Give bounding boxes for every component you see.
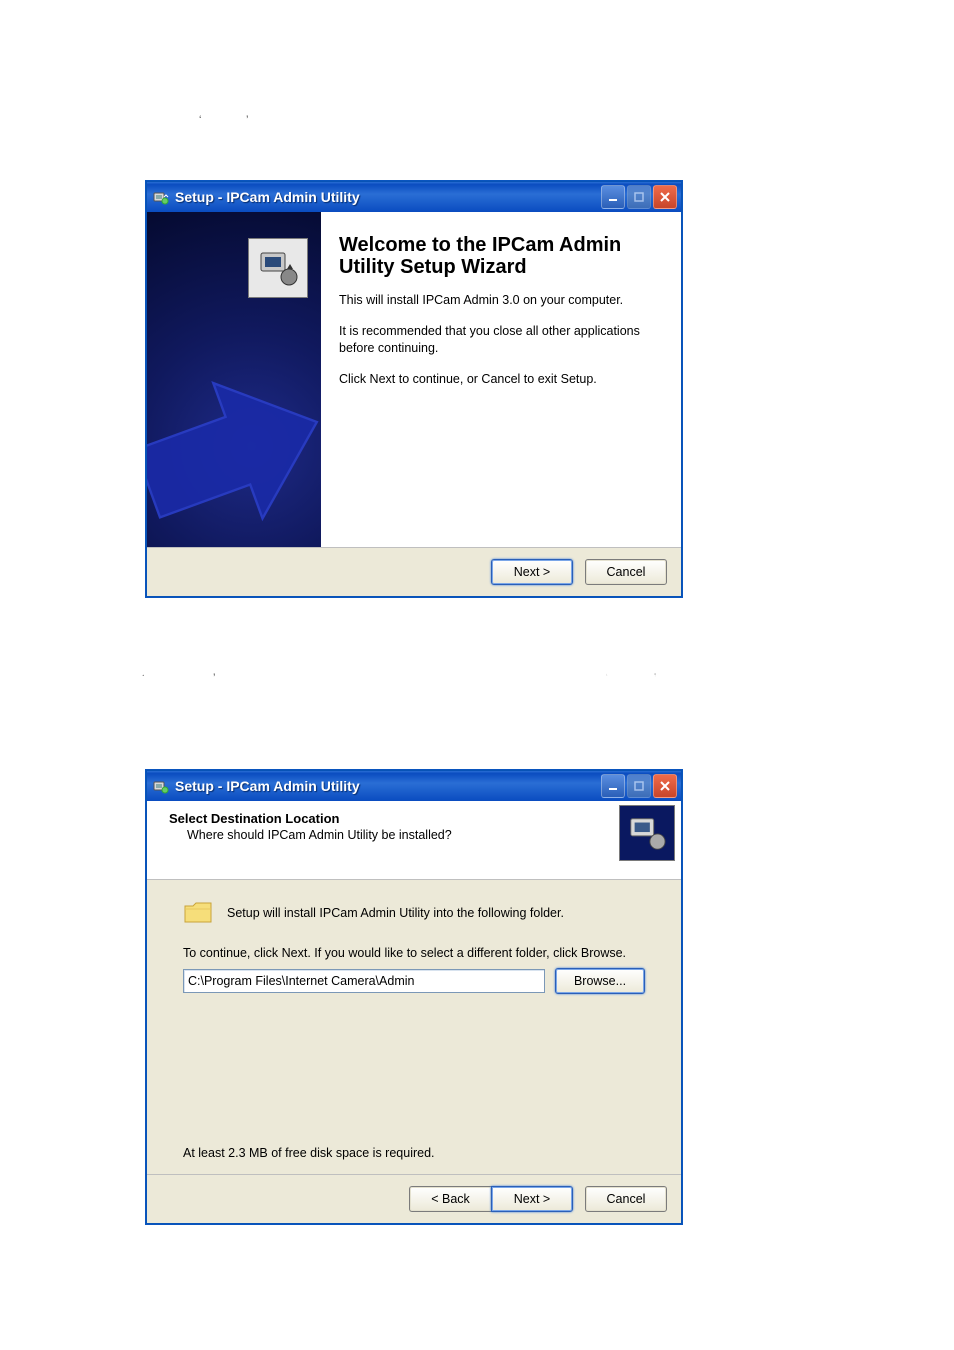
window-title: Setup - IPCam Admin Utility (175, 778, 601, 794)
wizard-welcome-pane: Welcome to the IPCam Admin Utility Setup… (321, 212, 681, 547)
disk-space-required: At least 2.3 MB of free disk space is re… (183, 1146, 435, 1160)
installer-title-icon (153, 778, 169, 794)
wizard-footer: < Back Next > Cancel (147, 1174, 681, 1223)
wizard-header: Select Destination Location Where should… (147, 801, 681, 880)
setup-wizard-welcome-window: Setup - IPCam Admin Utility (146, 181, 682, 597)
step2-caption: 2. You can specify the destination folde… (140, 664, 800, 698)
step1-caption: 1. Click 'Next' to start install adminis… (140, 104, 455, 121)
next-button[interactable]: Next > (491, 1186, 573, 1212)
close-button[interactable] (653, 774, 677, 798)
wizard-content: Setup will install IPCam Admin Utility i… (147, 880, 681, 1174)
minimize-button[interactable] (601, 185, 625, 209)
installer-title-icon (153, 189, 169, 205)
wizard-header-title: Select Destination Location (169, 811, 667, 826)
close-button[interactable] (653, 185, 677, 209)
wizard-heading: Welcome to the IPCam Admin Utility Setup… (339, 234, 659, 278)
wizard-side-banner (147, 212, 321, 547)
titlebar[interactable]: Setup - IPCam Admin Utility (147, 771, 681, 801)
step2-text: You can specify the destination folder o… (140, 664, 793, 698)
window-title: Setup - IPCam Admin Utility (175, 189, 601, 205)
wizard-para-1: This will install IPCam Admin 3.0 on you… (339, 292, 659, 309)
browse-button[interactable]: Browse... (555, 968, 645, 994)
folder-line-text: Setup will install IPCam Admin Utility i… (227, 906, 564, 920)
continue-line-text: To continue, click Next. If you would li… (183, 946, 645, 960)
setup-wizard-destination-window: Setup - IPCam Admin Utility Select Desti… (146, 770, 682, 1224)
installer-icon (248, 238, 308, 298)
next-button[interactable]: Next > (491, 559, 573, 585)
folder-icon (183, 900, 213, 926)
installer-icon (619, 805, 675, 861)
wizard-footer: Next > Cancel (147, 547, 681, 596)
back-button[interactable]: < Back (409, 1186, 491, 1212)
wizard-para-2: It is recommended that you close all oth… (339, 323, 659, 357)
banner-arrow-graphic (147, 308, 321, 547)
minimize-button[interactable] (601, 774, 625, 798)
step2-number: 2. (140, 664, 153, 681)
maximize-button (627, 185, 651, 209)
destination-path-input[interactable] (183, 969, 545, 993)
step1-text: Click 'Next' to start install administra… (157, 104, 455, 121)
cancel-button[interactable]: Cancel (585, 559, 667, 585)
maximize-button (627, 774, 651, 798)
wizard-para-3: Click Next to continue, or Cancel to exi… (339, 371, 659, 388)
wizard-header-subtitle: Where should IPCam Admin Utility be inst… (187, 828, 667, 842)
cancel-button[interactable]: Cancel (585, 1186, 667, 1212)
step1-number: 1. (140, 104, 153, 121)
titlebar[interactable]: Setup - IPCam Admin Utility (147, 182, 681, 212)
